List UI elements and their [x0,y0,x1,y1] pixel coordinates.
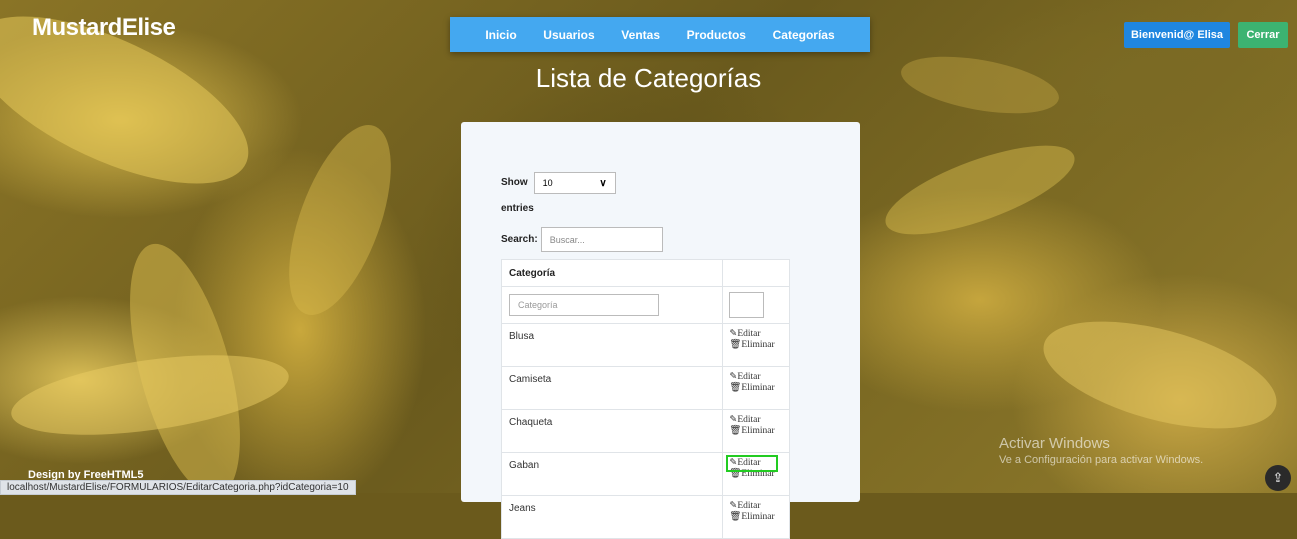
table-row: Blusa ✎Editar 🗑Eliminar [500,323,790,367]
entries-length-control: Show 10 ∨ [501,172,616,194]
trash-icon: 🗑 [729,426,742,436]
column-header-actions [722,259,790,287]
delete-link[interactable]: 🗑Eliminar [729,469,789,480]
category-name: Camiseta [500,366,724,410]
nav-productos[interactable]: Productos [687,28,746,42]
trash-icon: 🗑 [729,383,742,393]
edit-link[interactable]: ✎Editar [729,501,789,512]
nav-ventas[interactable]: Ventas [621,28,660,42]
edit-link[interactable]: ✎Editar [729,415,789,426]
category-name: Blusa [500,323,724,367]
brand-logo[interactable]: MustardElise [32,14,176,42]
page-title: Lista de Categorías [535,63,762,93]
search-label: Search: [501,234,538,245]
trash-icon: 🗑 [729,340,742,350]
trash-icon: 🗑 [729,512,742,522]
watermark-title: Activar Windows [999,435,1110,452]
category-name: Gaban [500,452,724,496]
watermark-subtitle: Ve a Configuración para activar Windows. [999,454,1204,466]
entries-label: entries [501,203,534,214]
welcome-user-button[interactable]: Bienvenid@ Elisa [1124,22,1230,48]
chevron-down-icon: ∨ [599,177,607,189]
share-upload-icon[interactable]: ⇪ [1265,465,1291,491]
search-input[interactable]: Buscar... [540,227,663,252]
table-row: Chaqueta ✎Editar 🗑Eliminar [500,409,790,453]
delete-link[interactable]: 🗑Eliminar [729,383,789,394]
table-row: Jeans ✎Editar 🗑Eliminar [500,495,790,539]
table-row: Camiseta ✎Editar 🗑Eliminar [500,366,790,410]
edit-link[interactable]: ✎Editar [729,329,789,340]
category-name: Jeans [500,495,724,539]
edit-link[interactable]: ✎Editar [729,372,789,383]
category-filter-input[interactable]: Categoría [509,294,659,316]
logout-button[interactable]: Cerrar [1238,22,1288,48]
actions-filter-input[interactable] [729,292,765,318]
edit-link-highlighted[interactable]: ✎Editar [726,455,779,472]
categories-table-card: Show 10 ∨ entries Search: Buscar... Cate… [461,122,860,539]
trash-icon: 🗑 [729,469,742,479]
categories-table: Categoría Categoría Blusa ✎Editar 🗑Elimi… [500,259,790,539]
main-navbar: Inicio Usuarios Ventas Productos Categor… [450,17,870,52]
delete-link[interactable]: 🗑Eliminar [729,340,789,351]
entries-select[interactable]: 10 ∨ [533,172,616,194]
nav-usuarios[interactable]: Usuarios [543,28,594,42]
delete-link[interactable]: 🗑Eliminar [729,512,789,523]
column-header-categoria[interactable]: Categoría [500,259,724,287]
table-row: Gaban ✎Editar 🗑Eliminar [500,452,790,496]
search-control: Search: Buscar... [501,227,663,252]
windows-activation-watermark: Activar Windows Ve a Configuración para … [999,435,1203,466]
delete-link[interactable]: 🗑Eliminar [729,426,789,437]
edit-icon: ✎ [729,501,738,511]
nav-inicio[interactable]: Inicio [485,28,516,42]
nav-categorias[interactable]: Categorías [773,28,835,42]
category-name: Chaqueta [500,409,724,453]
show-label: Show [501,177,528,188]
entries-select-value: 10 [542,178,553,188]
